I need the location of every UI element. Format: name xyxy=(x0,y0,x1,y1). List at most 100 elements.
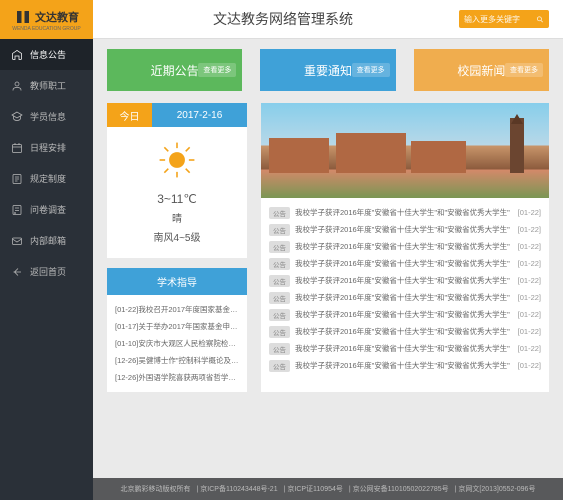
news-panel: 公告我校学子获评2016年度"安徽省十佳大学生"和"安徽省优秀大学生"[01-2… xyxy=(261,103,549,392)
footer-item: | 京ICP证110954号 xyxy=(284,484,343,494)
news-text: 我校学子获评2016年度"安徽省十佳大学生"和"安徽省优秀大学生" xyxy=(295,258,513,269)
nav-icon xyxy=(11,204,23,216)
news-badge: 公告 xyxy=(269,326,290,338)
nav-item-3[interactable]: 日程安排 xyxy=(0,132,93,163)
weather-wind: 南风4~5级 xyxy=(115,229,239,244)
search-box[interactable] xyxy=(459,10,549,28)
news-badge: 公告 xyxy=(269,360,290,372)
news-badge: 公告 xyxy=(269,258,290,270)
news-item[interactable]: 公告我校学子获评2016年度"安徽省十佳大学生"和"安徽省优秀大学生"[01-2… xyxy=(269,323,541,340)
guide-item[interactable]: [01-22]我校召开2017年度国家基金项目申 xyxy=(115,301,239,318)
weather-temp: 3~11℃ xyxy=(115,192,239,206)
nav-item-4[interactable]: 规定制度 xyxy=(0,163,93,194)
nav-icon xyxy=(11,111,23,123)
news-date: [01-22] xyxy=(518,344,541,353)
nav-label: 学员信息 xyxy=(30,110,66,123)
news-badge: 公告 xyxy=(269,224,290,236)
header: 文达教务网络管理系统 xyxy=(93,0,563,39)
nav-item-5[interactable]: 问卷调查 xyxy=(0,194,93,225)
news-date: [01-22] xyxy=(518,225,541,234)
news-item[interactable]: 公告我校学子获评2016年度"安徽省十佳大学生"和"安徽省优秀大学生"[01-2… xyxy=(269,340,541,357)
news-badge: 公告 xyxy=(269,207,290,219)
news-text: 我校学子获评2016年度"安徽省十佳大学生"和"安徽省优秀大学生" xyxy=(295,207,513,218)
search-input[interactable] xyxy=(464,15,536,24)
footer-item: | 京网文[2013]0552-096号 xyxy=(455,484,536,494)
news-item[interactable]: 公告我校学子获评2016年度"安徽省十佳大学生"和"安徽省优秀大学生" [01-2… xyxy=(269,357,541,374)
nav-label: 返回首页 xyxy=(30,265,66,278)
guide-panel: 学术指导 [01-22]我校召开2017年度国家基金项目申[01-17]关于举办… xyxy=(107,268,247,392)
guide-title: 学术指导 xyxy=(107,268,247,295)
nav-icon xyxy=(11,173,23,185)
news-text: 我校学子获评2016年度"安徽省十佳大学生"和"安徽省优秀大学生" xyxy=(295,224,513,235)
weather-today-label: 今日 xyxy=(107,103,152,127)
news-item[interactable]: 公告我校学子获评2016年度"安徽省十佳大学生"和"安徽省优秀大学生" [01-2… xyxy=(269,289,541,306)
card-more-link[interactable]: 查看更多 xyxy=(352,63,390,77)
news-badge: 公告 xyxy=(269,292,290,304)
nav-icon xyxy=(11,235,23,247)
news-item[interactable]: 公告我校学子获评2016年度"安徽省十佳大学生"和"安徽省优秀大学生" [01-2… xyxy=(269,255,541,272)
quick-cards: 近期公告查看更多重要通知查看更多校园新闻查看更多 xyxy=(107,49,549,91)
news-text: 我校学子获评2016年度"安徽省十佳大学生"和"安徽省优秀大学生" xyxy=(295,360,513,371)
news-text: 我校学子获评2016年度"安徽省十佳大学生"和"安徽省优秀大学生" xyxy=(295,292,513,303)
card-more-link[interactable]: 查看更多 xyxy=(505,63,543,77)
weather-desc: 晴 xyxy=(115,210,239,225)
page-title: 文达教务网络管理系统 xyxy=(213,9,353,29)
card-0[interactable]: 近期公告查看更多 xyxy=(107,49,242,91)
nav-label: 问卷调查 xyxy=(30,203,66,216)
footer-item: 北京鹏彩移动版权所有 xyxy=(121,484,191,494)
news-date: [01-22] xyxy=(518,293,541,302)
news-item[interactable]: 公告我校学子获评2016年度"安徽省十佳大学生"和"安徽省优秀大学生"[01-2… xyxy=(269,204,541,221)
news-text: 我校学子获评2016年度"安徽省十佳大学生"和"安徽省优秀大学生" xyxy=(295,343,513,354)
guide-item[interactable]: [12-26]外国语学院喜获两项省哲学社会科学 xyxy=(115,369,239,386)
news-date: [01-22] xyxy=(518,310,541,319)
footer-item: | 京公网安备11010502022785号 xyxy=(349,484,449,494)
news-item[interactable]: 公告我校学子获评2016年度"安徽省十佳大学生"和"安徽省优秀大学生" [01-2… xyxy=(269,306,541,323)
news-date: [01-22] xyxy=(518,361,541,370)
news-date: [01-22] xyxy=(518,259,541,268)
nav-label: 教师职工 xyxy=(30,79,66,92)
guide-item[interactable]: [01-17]关于举办2017年国家基金申报辅导 xyxy=(115,318,239,335)
guide-item[interactable]: [12-26]吴健博士作"控制科学概论及其研究 xyxy=(115,352,239,369)
nav-label: 信息公告 xyxy=(30,48,66,61)
footer: 北京鹏彩移动版权所有 | 京ICP备110243448号-21 | 京ICP证110… xyxy=(93,478,563,500)
nav-label: 日程安排 xyxy=(30,141,66,154)
logo-icon xyxy=(14,8,32,26)
nav-item-7[interactable]: 返回首页 xyxy=(0,256,93,287)
footer-item: | 京ICP备110243448号-21 xyxy=(197,484,278,494)
nav-icon xyxy=(11,266,23,278)
news-badge: 公告 xyxy=(269,309,290,321)
nav-item-1[interactable]: 教师职工 xyxy=(0,70,93,101)
nav-icon xyxy=(11,80,23,92)
nav-item-0[interactable]: 信息公告 xyxy=(0,39,93,70)
card-title: 近期公告 xyxy=(151,62,199,79)
nav: 信息公告教师职工学员信息日程安排规定制度问卷调查内部邮箱返回首页 xyxy=(0,39,93,500)
news-item[interactable]: 公告我校学子获评2016年度"安徽省十佳大学生"和"安徽省优秀大学生" [01-2… xyxy=(269,221,541,238)
news-badge: 公告 xyxy=(269,275,290,287)
sidebar: 文达教育 WENDA EDUCATION GROUP 信息公告教师职工学员信息日… xyxy=(0,0,93,500)
news-date: [01-22] xyxy=(518,327,541,336)
nav-item-2[interactable]: 学员信息 xyxy=(0,101,93,132)
news-text: 我校学子获评2016年度"安徽省十佳大学生"和"安徽省优秀大学生" xyxy=(295,241,513,252)
logo-sub: WENDA EDUCATION GROUP xyxy=(12,26,81,32)
card-title: 重要通知 xyxy=(304,62,352,79)
card-title: 校园新闻 xyxy=(457,62,505,79)
card-more-link[interactable]: 查看更多 xyxy=(198,63,236,77)
news-date: [01-22] xyxy=(518,242,541,251)
card-2[interactable]: 校园新闻查看更多 xyxy=(414,49,549,91)
news-item[interactable]: 公告我校学子获评2016年度"安徽省十佳大学生"和"安徽省优秀大学生"[01-2… xyxy=(269,272,541,289)
news-text: 我校学子获评2016年度"安徽省十佳大学生"和"安徽省优秀大学生" xyxy=(295,309,513,320)
nav-item-6[interactable]: 内部邮箱 xyxy=(0,225,93,256)
nav-label: 规定制度 xyxy=(30,172,66,185)
nav-icon xyxy=(11,49,23,61)
weather-panel: 今日 2017-2-16 3~11℃ 晴 南风4~5级 xyxy=(107,103,247,258)
logo-text: 文达教育 xyxy=(35,9,79,25)
logo[interactable]: 文达教育 WENDA EDUCATION GROUP xyxy=(0,0,93,39)
news-date: [01-22] xyxy=(518,276,541,285)
sun-icon xyxy=(158,141,196,179)
weather-date: 2017-2-16 xyxy=(152,103,247,127)
guide-item[interactable]: [01-10]安庆市大观区人民检察院检察长 xyxy=(115,335,239,352)
news-item[interactable]: 公告我校学子获评2016年度"安徽省十佳大学生"和"安徽省优秀大学生" [01-2… xyxy=(269,238,541,255)
news-badge: 公告 xyxy=(269,241,290,253)
nav-icon xyxy=(11,142,23,154)
card-1[interactable]: 重要通知查看更多 xyxy=(260,49,395,91)
